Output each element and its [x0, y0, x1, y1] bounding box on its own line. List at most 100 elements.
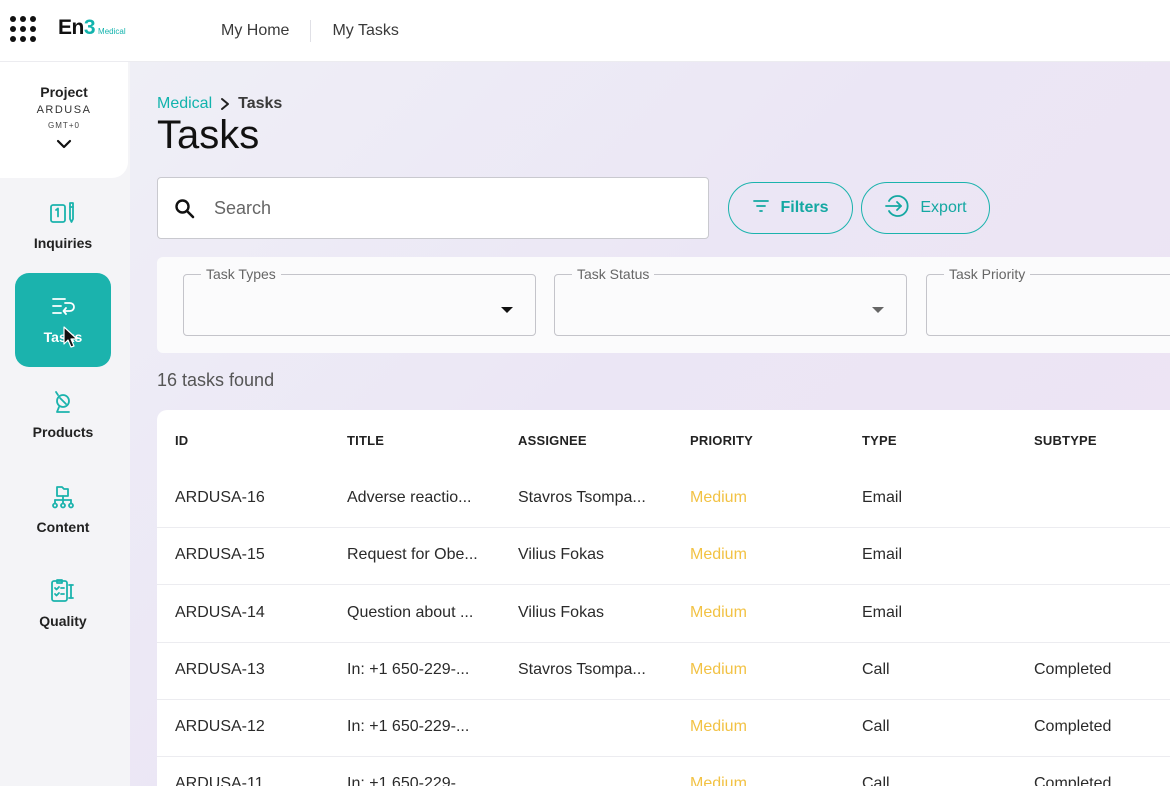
cell-type: Email [862, 489, 903, 506]
dropdown-arrow-icon [872, 301, 884, 319]
cell-title: In: +1 650-229-... [347, 661, 470, 678]
column-header-priority[interactable]: PRIORITY [690, 433, 753, 448]
breadcrumb-link-medical[interactable]: Medical [157, 95, 212, 113]
cell-type: Email [862, 546, 903, 563]
filter-panel: Task Types Task Status Task Priority [157, 257, 1170, 353]
main-content: Medical Tasks Tasks Filters Export Task [130, 62, 1170, 786]
export-icon [884, 193, 910, 224]
cell-title: In: +1 650-229-... [347, 718, 470, 735]
filters-button-label: Filters [780, 199, 829, 216]
cell-title: Adverse reactio... [347, 489, 472, 506]
column-header-type[interactable]: TYPE [862, 433, 897, 448]
cell-priority: Medium [690, 718, 747, 735]
cell-id: ARDUSA-13 [175, 661, 265, 678]
sidebar-item-content[interactable]: Content [15, 463, 111, 557]
chevron-right-icon [220, 97, 230, 111]
cell-assignee: Vilius Fokas [518, 604, 604, 621]
project-selector[interactable]: Project ARDUSA GMT+0 [0, 62, 128, 178]
inquiries-icon [49, 199, 77, 227]
export-button-label: Export [920, 199, 967, 216]
sidebar-item-tasks[interactable]: Tasks [15, 273, 111, 367]
table-row[interactable]: ARDUSA-11 In: +1 650-229-... Medium Call… [157, 757, 1170, 786]
cell-type: Call [862, 661, 890, 678]
export-button[interactable]: Export [861, 182, 990, 234]
task-priority-select[interactable]: Task Priority [926, 266, 1170, 336]
project-code: ARDUSA [36, 104, 92, 116]
cell-priority: Medium [690, 604, 747, 621]
task-types-label: Task Types [201, 266, 281, 282]
content-icon [49, 483, 77, 511]
cell-priority: Medium [690, 661, 747, 678]
cell-subtype: Completed [1034, 775, 1112, 786]
breadcrumb-current: Tasks [238, 95, 283, 112]
cell-assignee: Stavros Tsompa... [518, 661, 646, 678]
column-header-assignee[interactable]: ASSIGNEE [518, 433, 587, 448]
cell-priority: Medium [690, 775, 747, 786]
cell-type: Email [862, 604, 903, 621]
cell-type: Call [862, 718, 890, 735]
sidebar-item-label: Products [32, 424, 94, 440]
task-priority-label: Task Priority [944, 266, 1031, 282]
tasks-table: ID TITLE ASSIGNEE PRIORITY TYPE SUBTYPE … [157, 410, 1170, 786]
nav-my-tasks[interactable]: My Tasks [311, 20, 419, 42]
sidebar-item-quality[interactable]: Quality [15, 557, 111, 651]
table-header: ID TITLE ASSIGNEE PRIORITY TYPE SUBTYPE [157, 410, 1170, 470]
logo-subtitle: Medical [98, 27, 126, 36]
search-icon [174, 198, 196, 225]
cell-id: ARDUSA-11 [175, 775, 264, 786]
table-row[interactable]: ARDUSA-15 Request for Obe... Vilius Foka… [157, 528, 1170, 585]
sidebar-item-label: Content [36, 519, 90, 535]
search-input[interactable] [214, 190, 684, 226]
logo-text: En [58, 16, 84, 39]
project-title: Project [40, 84, 88, 100]
filter-icon [752, 199, 770, 218]
cell-title: Request for Obe... [347, 546, 478, 563]
table-row[interactable]: ARDUSA-12 In: +1 650-229-... Medium Call… [157, 700, 1170, 757]
task-types-select[interactable]: Task Types [183, 266, 536, 336]
cell-type: Call [862, 775, 890, 786]
cell-priority: Medium [690, 489, 747, 506]
sidebar-item-label: Tasks [43, 329, 83, 345]
top-bar: En3 Medical My Home My Tasks [0, 0, 1170, 62]
column-header-title[interactable]: TITLE [347, 433, 384, 448]
search-box [157, 177, 709, 239]
tasks-icon [49, 293, 77, 321]
top-nav: My Home My Tasks [200, 0, 420, 62]
sidebar: Project ARDUSA GMT+0 Inquiries Tasks Pro… [0, 62, 130, 786]
task-status-select[interactable]: Task Status [554, 266, 907, 336]
cell-id: ARDUSA-16 [175, 489, 265, 506]
app-launcher-icon[interactable] [10, 16, 36, 42]
table-row[interactable]: ARDUSA-16 Adverse reactio... Stavros Tso… [157, 471, 1170, 528]
sidebar-item-label: Quality [39, 613, 87, 629]
column-header-id[interactable]: ID [175, 433, 188, 448]
logo-number: 3 [83, 16, 96, 39]
cell-title: In: +1 650-229-... [347, 775, 470, 786]
cell-assignee: Vilius Fokas [518, 546, 604, 563]
cell-assignee: Stavros Tsompa... [518, 489, 646, 506]
project-timezone: GMT+0 [48, 121, 80, 130]
cell-id: ARDUSA-14 [175, 604, 265, 621]
sidebar-item-inquiries[interactable]: Inquiries [15, 179, 111, 273]
products-icon [49, 388, 77, 416]
results-count: 16 tasks found [157, 370, 275, 390]
cell-priority: Medium [690, 546, 747, 563]
page-title: Tasks [157, 113, 260, 157]
app-logo[interactable]: En3 Medical [58, 16, 126, 40]
dropdown-arrow-icon [501, 301, 513, 319]
breadcrumb: Medical Tasks [157, 95, 282, 113]
sidebar-item-label: Inquiries [33, 235, 93, 251]
nav-my-home[interactable]: My Home [200, 20, 310, 42]
filters-button[interactable]: Filters [728, 182, 853, 234]
sidebar-item-products[interactable]: Products [15, 368, 111, 462]
table-row[interactable]: ARDUSA-13 In: +1 650-229-... Stavros Tso… [157, 643, 1170, 700]
cell-subtype: Completed [1034, 661, 1112, 678]
cell-id: ARDUSA-15 [175, 546, 265, 563]
task-status-label: Task Status [572, 266, 655, 282]
chevron-down-icon[interactable] [56, 136, 72, 154]
cell-title: Question about ... [347, 604, 474, 621]
quality-icon [49, 577, 77, 605]
table-row[interactable]: ARDUSA-14 Question about ... Vilius Foka… [157, 586, 1170, 643]
column-header-subtype[interactable]: SUBTYPE [1034, 433, 1097, 448]
cell-id: ARDUSA-12 [175, 718, 265, 735]
cell-subtype: Completed [1034, 718, 1112, 735]
